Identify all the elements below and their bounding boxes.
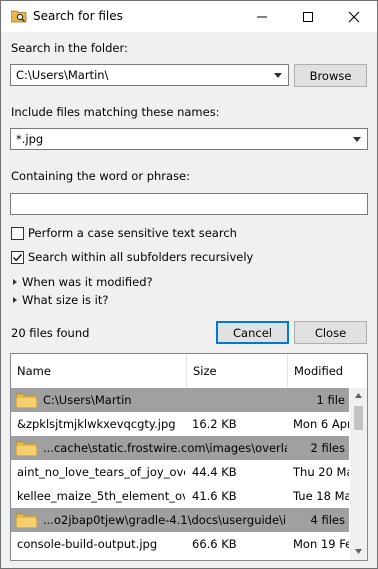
group-row[interactable]: C:\Users\Martin 1 file	[11, 388, 349, 412]
close-button[interactable]: Close	[294, 321, 367, 344]
file-name: aint_no_love_tears_of_joy_ove...	[17, 465, 185, 479]
file-size: 44.4 KB	[192, 465, 237, 479]
file-size: 16.2 KB	[192, 417, 237, 431]
files-found-status: 20 files found	[11, 326, 90, 340]
file-name: &zpklsjtmjklwkxevqcgty.jpg	[17, 417, 176, 431]
group-row[interactable]: ...cache\static.frostwire.com\images\ove…	[11, 436, 349, 460]
group-path: ...cache\static.frostwire.com\images\ove…	[43, 441, 287, 455]
search-dialog: Search for files Search in the folder: C…	[0, 0, 378, 569]
modified-expander[interactable]: When was it modified?	[13, 275, 153, 289]
names-label: Include files matching these names:	[11, 105, 220, 119]
size-expander[interactable]: What size is it?	[13, 293, 108, 307]
folder-icon	[16, 441, 37, 456]
close-icon	[348, 11, 360, 22]
folder-icon	[16, 513, 37, 528]
file-size: 66.6 KB	[192, 537, 237, 551]
group-count: 2 files	[310, 441, 345, 455]
group-path: ...o2jbap0tjew\gradle-4.1\docs\userguide…	[43, 513, 287, 527]
column-header-modified[interactable]: Modified	[288, 354, 367, 388]
cancel-button[interactable]: Cancel	[216, 321, 289, 344]
vertical-scrollbar[interactable]	[350, 388, 367, 560]
window-title: Search for files	[33, 9, 123, 23]
case-sensitive-checkbox[interactable]	[11, 227, 24, 240]
file-row[interactable]: &zpklsjtmjklwkxevqcgty.jpg 16.2 KB Mon 6…	[11, 412, 349, 436]
file-row[interactable]: console-build-output.jpg 66.6 KB Mon 19 …	[11, 532, 349, 556]
search-files-app-icon	[11, 10, 27, 23]
chevron-down-icon	[274, 73, 282, 78]
title-bar: Search for files	[1, 1, 377, 32]
column-header-name[interactable]: Name	[11, 354, 187, 388]
case-sensitive-label: Perform a case sensitive text search	[28, 226, 237, 240]
checkmark-icon	[13, 254, 22, 262]
minimize-icon	[257, 16, 267, 17]
browse-button[interactable]: Browse	[294, 64, 367, 87]
maximize-icon	[303, 11, 313, 22]
group-count: 1 file	[316, 393, 346, 407]
column-header-size[interactable]: Size	[187, 354, 288, 388]
group-row[interactable]: ...o2jbap0tjew\gradle-4.1\docs\userguide…	[11, 508, 349, 532]
file-name: kellee_maize_5th_element_ove...	[17, 489, 185, 503]
group-path: C:\Users\Martin	[43, 393, 132, 407]
file-modified: Thu 20 Mar	[293, 465, 349, 479]
folder-label: Search in the folder:	[11, 41, 128, 55]
folder-icon	[16, 393, 37, 408]
minimize-button[interactable]	[239, 1, 285, 32]
phrase-input[interactable]	[10, 193, 368, 215]
results-list[interactable]: Name Size Modified C:\Users\Martin 1 fil…	[10, 353, 368, 561]
close-window-button[interactable]	[331, 1, 377, 32]
recursive-checkbox[interactable]	[11, 251, 24, 264]
file-modified: Mon 6 Apr	[293, 417, 349, 431]
file-row[interactable]: kellee_maize_5th_element_ove... 41.6 KB …	[11, 484, 349, 508]
chevron-down-icon	[353, 137, 361, 142]
scrollbar-graphic	[354, 393, 363, 554]
folder-value: C:\Users\Martin\	[16, 68, 109, 82]
file-modified: Tue 18 Mar	[293, 489, 349, 503]
names-value: *.jpg	[16, 132, 44, 146]
file-row[interactable]: aint_no_love_tears_of_joy_ove... 44.4 KB…	[11, 460, 349, 484]
file-modified: Mon 19 Feb	[293, 537, 349, 551]
expand-arrow-icon	[13, 297, 17, 303]
recursive-label: Search within all subfolders recursively	[28, 250, 254, 264]
group-count: 4 files	[310, 513, 345, 527]
file-name: console-build-output.jpg	[17, 537, 158, 551]
phrase-label: Containing the word or phrase:	[11, 169, 191, 183]
names-combobox[interactable]: *.jpg	[10, 128, 368, 150]
folder-combobox[interactable]: C:\Users\Martin\	[10, 64, 289, 86]
maximize-button[interactable]	[285, 1, 331, 32]
file-size: 41.6 KB	[192, 489, 237, 503]
expand-arrow-icon	[13, 279, 17, 285]
